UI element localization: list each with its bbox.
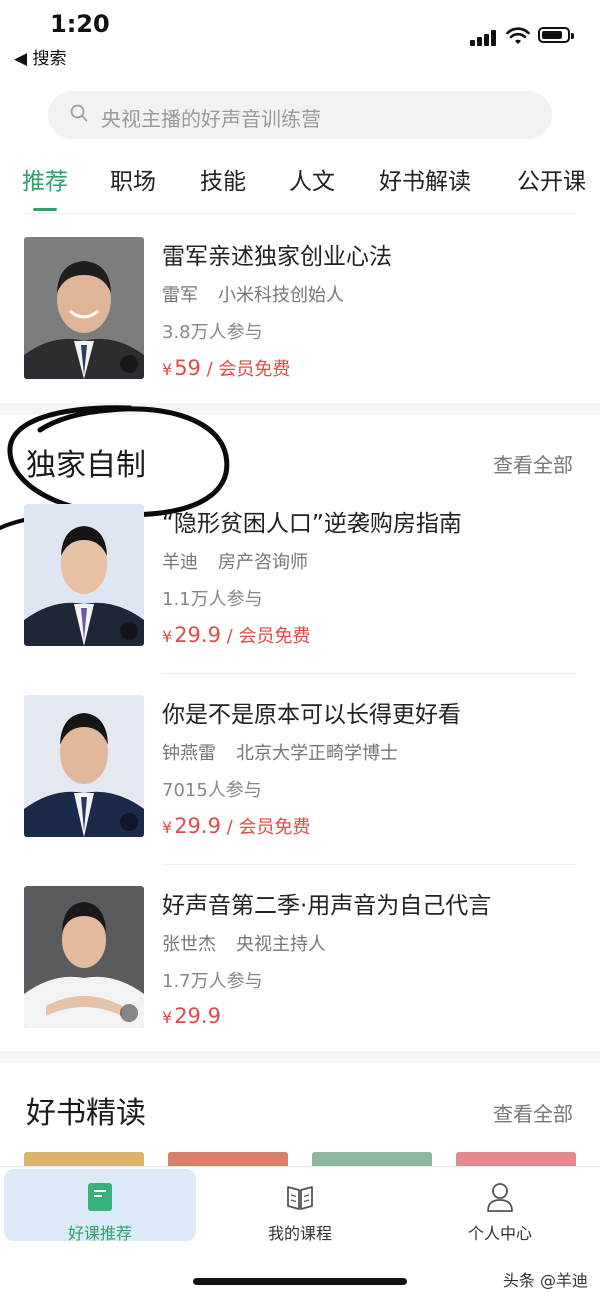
open-book-icon <box>287 1186 313 1210</box>
course-author: 钟燕雷 北京大学正畸学博士 <box>162 739 398 765</box>
currency-symbol: ¥ <box>162 360 173 379</box>
active-tab-indicator <box>33 208 57 211</box>
price-value: 59 <box>174 356 201 380</box>
course-item-zhang-shijie[interactable]: 好声音第二季·用声音为自己代言 张世杰 央视主持人 1.7万人参与 ¥29.9 <box>0 886 600 1036</box>
search-icon <box>70 104 88 122</box>
course-title: 你是不是原本可以长得更好看 <box>162 702 461 728</box>
search-placeholder: 央视主播的好声音训练营 <box>101 107 321 131</box>
wifi-icon <box>506 27 530 44</box>
watermark-text: 头条 @羊迪 <box>502 1271 588 1290</box>
course-thumbnail <box>24 886 144 1028</box>
battery-icon <box>538 27 574 43</box>
see-all-books-link[interactable]: 查看全部 <box>493 1098 573 1127</box>
section-gap <box>0 1051 600 1063</box>
price-value: 29.9 <box>174 1004 221 1028</box>
nav-label: 个人中心 <box>467 1224 532 1243</box>
nav-label: 好课推荐 <box>67 1224 132 1243</box>
author-role: 房产咨询师 <box>218 552 308 573</box>
course-title: 雷军亲述独家创业心法 <box>162 244 392 270</box>
author-role: 央视主持人 <box>236 934 326 955</box>
category-tabs: 推荐 职场 技能 人文 好书解读 公开课 <box>0 150 600 212</box>
book-icon <box>88 1183 112 1211</box>
tab-open-courses[interactable]: 公开课 <box>517 162 586 196</box>
tab-recommend[interactable]: 推荐 <box>22 162 68 196</box>
author-role: 北京大学正畸学博士 <box>236 743 398 764</box>
course-item-yang-di[interactable]: “隐形贫困人口”逆袭购房指南 羊迪 房产咨询师 1.1万人参与 ¥29.9 / 会… <box>0 504 600 654</box>
divider <box>162 673 576 674</box>
participant-count: 7015人参与 <box>162 780 262 801</box>
search-bar[interactable]: 央视主播的好声音训练营 <box>48 91 552 139</box>
currency-symbol: ¥ <box>162 818 173 837</box>
nav-profile[interactable]: 个人中心 <box>404 1169 596 1243</box>
author-role: 小米科技创始人 <box>218 285 344 306</box>
course-author: 羊迪 房产咨询师 <box>162 548 308 574</box>
participant-count: 1.1万人参与 <box>162 589 263 610</box>
tab-skills[interactable]: 技能 <box>200 162 246 196</box>
divider <box>162 864 576 865</box>
see-all-exclusive-link[interactable]: 查看全部 <box>493 449 573 478</box>
status-bar: 1:20 ◀ 搜索 <box>0 0 600 75</box>
price-value: 29.9 <box>174 814 221 838</box>
author-name: 钟燕雷 <box>162 743 216 764</box>
nav-my-courses[interactable]: 我的课程 <box>204 1169 396 1243</box>
signal-icon <box>470 30 498 46</box>
course-item-zhong-yanlei[interactable]: 你是不是原本可以长得更好看 钟燕雷 北京大学正畸学博士 7015人参与 ¥29.9… <box>0 695 600 845</box>
currency-symbol: ¥ <box>162 627 173 646</box>
home-indicator[interactable] <box>193 1278 407 1285</box>
tab-workplace[interactable]: 职场 <box>110 162 156 196</box>
member-free-label: / 会员免费 <box>200 359 291 380</box>
price-value: 29.9 <box>174 623 221 647</box>
tab-humanities[interactable]: 人文 <box>289 162 335 196</box>
divider <box>24 213 576 214</box>
course-thumbnail <box>24 504 144 646</box>
course-item-lei-jun[interactable]: 雷军亲述独家创业心法 雷军 小米科技创始人 3.8万人参与 ¥59 / 会员免费 <box>0 237 600 387</box>
author-name: 羊迪 <box>162 552 198 573</box>
tab-book-reviews[interactable]: 好书解读 <box>379 162 471 196</box>
course-title: 好声音第二季·用声音为自己代言 <box>162 893 492 919</box>
course-price: ¥29.9 / 会员免费 <box>162 813 310 839</box>
author-name: 张世杰 <box>162 934 216 955</box>
course-price: ¥59 / 会员免费 <box>162 355 290 381</box>
course-price: ¥29.9 / 会员免费 <box>162 622 310 648</box>
participant-count: 1.7万人参与 <box>162 971 263 992</box>
person-icon <box>487 1183 513 1212</box>
headphones-icon <box>120 813 138 831</box>
course-author: 张世杰 央视主持人 <box>162 930 326 956</box>
course-price: ¥29.9 <box>162 1004 221 1028</box>
course-title: “隐形贫困人口”逆袭购房指南 <box>162 511 462 537</box>
back-to-search-button[interactable]: ◀ 搜索 <box>14 44 66 69</box>
participant-count: 3.8万人参与 <box>162 322 263 343</box>
course-author: 雷军 小米科技创始人 <box>162 281 344 307</box>
currency-symbol: ¥ <box>162 1008 173 1027</box>
status-time: 1:20 <box>50 10 110 38</box>
nav-label: 我的课程 <box>267 1224 332 1243</box>
author-name: 雷军 <box>162 285 198 306</box>
section-title-books: 好书精读 <box>26 1096 146 1131</box>
headphones-icon <box>120 1004 138 1022</box>
course-thumbnail <box>24 237 144 379</box>
course-thumbnail <box>24 695 144 837</box>
headphones-icon <box>120 355 138 373</box>
headphones-icon <box>120 622 138 640</box>
member-free-label: / 会员免费 <box>220 626 311 647</box>
nav-recommended-courses[interactable]: 好课推荐 <box>4 1169 196 1243</box>
member-free-label: / 会员免费 <box>220 817 311 838</box>
